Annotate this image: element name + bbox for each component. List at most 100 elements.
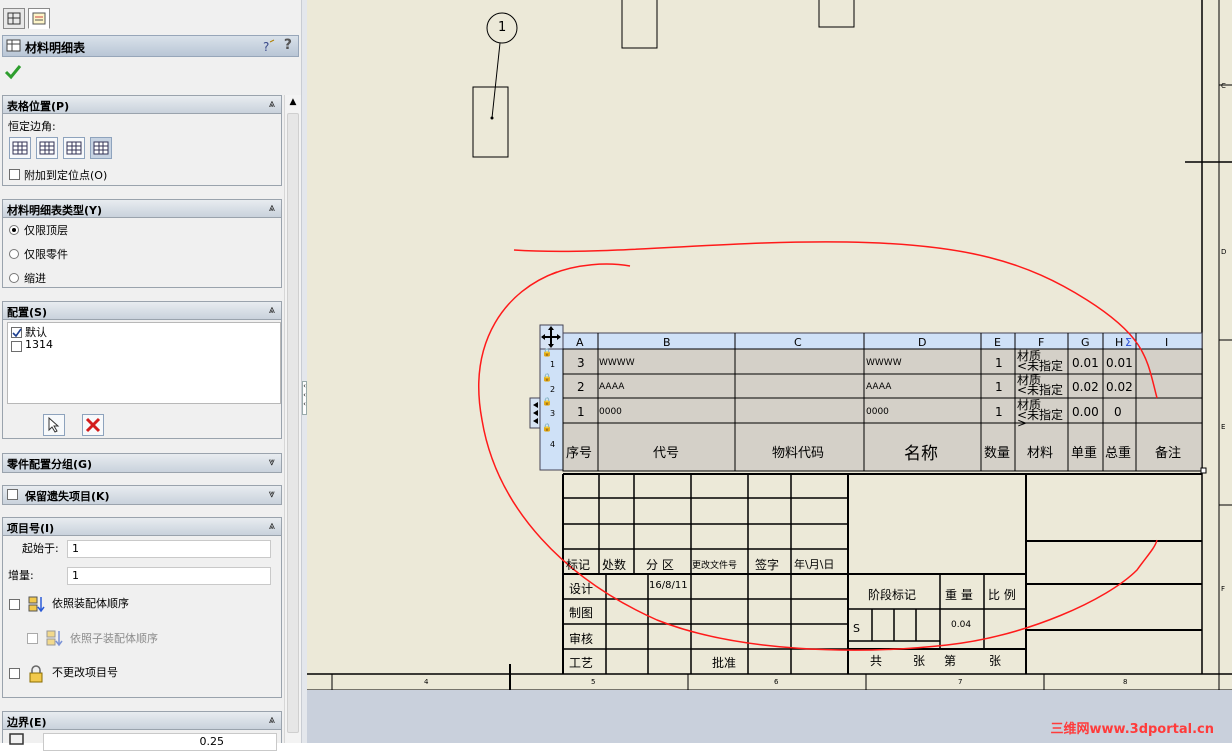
table-anchor-icon: [93, 141, 109, 155]
parts-only-radio[interactable]: [9, 249, 19, 259]
lock-icon: 🔒: [542, 397, 552, 406]
bom-col-letter[interactable]: B: [663, 336, 671, 349]
attach-anchor-checkbox[interactable]: [9, 169, 20, 180]
help-button[interactable]: ?: [284, 37, 292, 53]
drawing-canvas: [307, 0, 1232, 690]
bom-col-letter[interactable]: A: [576, 336, 584, 349]
bom-col-letter[interactable]: H: [1115, 336, 1123, 349]
tb-change-doc: 更改文件号: [692, 561, 738, 571]
bom-col-letter[interactable]: E: [994, 336, 1001, 349]
tb-process: 工艺: [569, 656, 594, 670]
config-1314-label: 1314: [25, 338, 53, 351]
config-1314-checkbox[interactable]: [11, 341, 22, 352]
border-thickness-input[interactable]: 0.25: [43, 733, 277, 751]
tb-total-sheets: 共: [870, 654, 883, 668]
increment-input[interactable]: 1: [67, 567, 271, 585]
border-thickness-icon: [9, 733, 24, 745]
feature-tree-tab[interactable]: [3, 8, 25, 29]
bom-row-index[interactable]: 2: [550, 385, 555, 394]
balloon-number[interactable]: 1: [498, 20, 506, 35]
tb-count: 处数: [602, 558, 627, 572]
tb-sheets: 张: [913, 654, 926, 668]
bom-col-letter[interactable]: C: [794, 336, 802, 349]
table-position-header[interactable]: 表格位置(P) ⩓: [3, 96, 281, 114]
anchor-top-right-button[interactable]: [36, 137, 58, 159]
bom-row-index[interactable]: 1: [550, 360, 555, 369]
bom-type-group: 材料明细表类型(Y) ⩓ 仅限顶层 仅限零件 缩进: [2, 199, 282, 288]
property-manager: 材料明细表 ? ? 表格位置(P) ⩓ 恒定边角: 附加到定位点(O) 材料明细…: [0, 0, 301, 751]
panel-title: 材料明细表: [25, 41, 86, 55]
table-anchor-icon: [66, 141, 82, 155]
property-manager-icon: [32, 12, 46, 25]
panel-scrollbar[interactable]: ▲: [284, 95, 301, 743]
tb-scale: 比 例: [988, 588, 1016, 602]
keep-missing-checkbox[interactable]: [7, 489, 18, 500]
watermark: 三维网www.3dportal.cn: [1050, 722, 1214, 737]
configurations-header[interactable]: 配置(S) ⩓: [3, 302, 281, 320]
svg-text:?: ?: [263, 40, 269, 53]
follow-subassembly-order-label: 依照子装配体顺序: [70, 632, 158, 645]
item-numbers-header[interactable]: 项目号(I) ⩓: [3, 518, 281, 536]
keep-missing-group[interactable]: 保留遗失项目(K) ⩔: [2, 485, 282, 505]
lock-icon: 🔒: [542, 348, 552, 357]
collapse-icon[interactable]: ⩓: [269, 97, 275, 111]
bom-col-letter[interactable]: I: [1165, 336, 1168, 349]
configurations-group: 配置(S) ⩓ 默认 1314: [2, 301, 282, 439]
property-manager-tab[interactable]: [28, 8, 50, 29]
scroll-up-arrow-icon[interactable]: ▲: [286, 95, 300, 109]
zone-letter: D: [1221, 248, 1227, 256]
cursor-icon: [48, 416, 60, 433]
scrollbar-thumb[interactable]: [287, 113, 299, 733]
remove-config-button[interactable]: [82, 414, 104, 436]
follow-assembly-order-checkbox[interactable]: [9, 599, 20, 610]
expand-icon[interactable]: ⩔: [269, 487, 275, 501]
delete-x-icon: [85, 417, 101, 433]
table-anchor-icon: [39, 141, 55, 155]
tb-design-date: 16/8/11: [649, 580, 688, 591]
part-config-grouping-group[interactable]: 零件配置分组(G) ⩔: [2, 453, 282, 473]
collapse-icon[interactable]: ⩓: [269, 303, 275, 317]
zone-letter: F: [1221, 585, 1226, 593]
bom-type-header[interactable]: 材料明细表类型(Y) ⩓: [3, 200, 281, 218]
anchor-corner-label: 恒定边角:: [8, 120, 56, 133]
sum-icon[interactable]: Σ: [1125, 336, 1132, 349]
indented-radio[interactable]: [9, 273, 19, 283]
graphics-area-background: 三维网www.3dportal.cn: [307, 690, 1232, 743]
help-tool-icon[interactable]: ?: [262, 39, 276, 53]
anchor-bottom-right-button[interactable]: [90, 137, 112, 159]
bom-row-index[interactable]: 4: [550, 440, 555, 449]
expand-icon[interactable]: ⩔: [269, 455, 275, 469]
do-not-change-label: 不更改项目号: [52, 666, 118, 679]
bom-col-letter[interactable]: G: [1081, 336, 1090, 349]
collapse-icon[interactable]: ⩓: [269, 713, 275, 727]
configuration-list[interactable]: 默认 1314: [7, 322, 281, 404]
zone-number: 5: [591, 678, 596, 686]
tb-date-hdr: 年\月\日: [794, 558, 835, 571]
config-default-checkbox[interactable]: [11, 327, 22, 338]
zone-number: 6: [774, 678, 779, 686]
follow-subassembly-order-checkbox[interactable]: [27, 633, 38, 644]
bom-row-index[interactable]: 3: [550, 409, 555, 418]
lock-icon: 🔒: [542, 373, 552, 382]
top-level-only-label: 仅限顶层: [24, 224, 68, 237]
start-at-input[interactable]: 1: [67, 540, 271, 558]
do-not-change-checkbox[interactable]: [9, 668, 20, 679]
anchor-bottom-left-button[interactable]: [63, 137, 85, 159]
zone-number: 8: [1123, 678, 1128, 686]
tb-design: 设计: [569, 582, 594, 596]
zone-letter: C: [1221, 82, 1226, 90]
collapse-icon[interactable]: ⩓: [269, 201, 275, 215]
tb-approve: 批准: [712, 656, 737, 670]
select-config-button[interactable]: [43, 414, 65, 436]
border-group: 边界(E) ⩓ 0.25: [2, 711, 282, 751]
zone-number: 7: [958, 678, 963, 686]
drawing-sheet[interactable]: A B C D E F G H Σ I 1 2 3 4 🔒 🔒 🔒 🔒 3 WW…: [307, 0, 1232, 690]
bom-col-letter[interactable]: D: [918, 336, 926, 349]
anchor-top-left-button[interactable]: [9, 137, 31, 159]
collapse-icon[interactable]: ⩓: [269, 519, 275, 533]
border-header[interactable]: 边界(E) ⩓: [3, 712, 281, 730]
tb-mark: 标记: [566, 558, 591, 572]
tb-check: 审核: [569, 632, 594, 646]
top-level-only-radio[interactable]: [9, 225, 19, 235]
ok-checkmark-icon[interactable]: [4, 64, 22, 80]
